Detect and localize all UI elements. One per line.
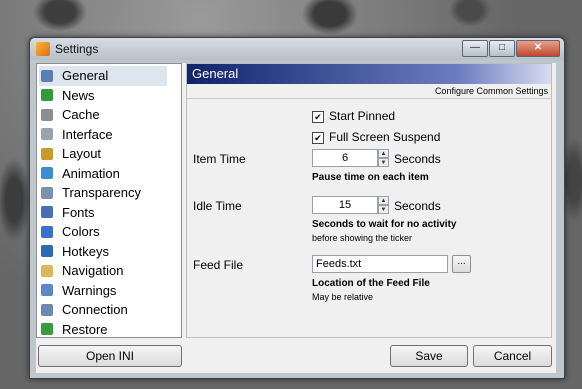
settings-sidebar: General News Cache Interface Layout Anim… — [36, 63, 182, 338]
start-pinned-checkbox[interactable]: ✔ — [312, 110, 324, 123]
fullscreen-suspend-row[interactable]: ✔ Full Screen Suspend — [312, 130, 440, 144]
idle-time-label: Idle Time — [193, 199, 242, 213]
idle-time-input[interactable]: 15 — [312, 196, 378, 214]
sidebar-item-label: Hotkeys — [62, 243, 109, 259]
fonts-icon — [41, 206, 53, 219]
feed-file-hint-secondary: May be relative — [312, 292, 374, 302]
save-button[interactable]: Save — [390, 345, 468, 367]
sidebar-item-fonts[interactable]: Fonts — [37, 203, 181, 223]
hotkeys-icon — [41, 245, 53, 258]
feed-file-input[interactable]: Feeds.txt — [312, 255, 448, 273]
sidebar-item-cache[interactable]: Cache — [37, 105, 181, 125]
cancel-button[interactable]: Cancel — [473, 345, 552, 367]
sidebar-item-connection[interactable]: Connection — [37, 300, 181, 320]
idle-time-hint: Seconds to wait for no activity — [312, 219, 457, 230]
feed-file-hint: Location of the Feed File — [312, 278, 430, 289]
app-icon — [36, 42, 50, 56]
sidebar-item-label: Cache — [62, 107, 100, 123]
sidebar-item-label: Interface — [62, 126, 113, 142]
sidebar-item-label: Restore — [62, 321, 108, 337]
sidebar-item-label: Colors — [62, 224, 100, 240]
idle-time-unit: Seconds — [394, 199, 441, 213]
sidebar-item-animation[interactable]: Animation — [37, 164, 181, 184]
sidebar-item-label: Connection — [62, 302, 128, 318]
sidebar-item-colors[interactable]: Colors — [37, 222, 181, 242]
colors-icon — [41, 225, 53, 238]
fullscreen-suspend-checkbox[interactable]: ✔ — [312, 131, 324, 144]
sidebar-item-label: News — [62, 87, 95, 103]
general-icon — [41, 69, 53, 82]
fullscreen-suspend-label: Full Screen Suspend — [329, 130, 441, 144]
layout-icon — [41, 147, 53, 160]
general-panel: General Configure Common Settings ✔ Start… — [186, 63, 552, 338]
idle-time-hint-secondary: before showing the ticker — [312, 233, 413, 243]
spin-up-icon[interactable]: ▲ — [378, 196, 389, 205]
spin-down-icon[interactable]: ▼ — [378, 158, 389, 167]
feed-file-label: Feed File — [193, 258, 244, 272]
start-pinned-row[interactable]: ✔ Start Pinned — [312, 109, 395, 123]
settings-window: Settings — □ ✕ General News Cache Interf… — [29, 37, 565, 379]
sidebar-item-label: Navigation — [62, 263, 124, 279]
item-time-unit: Seconds — [394, 152, 441, 166]
sidebar-item-news[interactable]: News — [37, 86, 181, 106]
open-ini-button[interactable]: Open INI — [38, 345, 182, 367]
restore-icon — [41, 323, 53, 336]
item-time-label: Item Time — [193, 152, 246, 166]
item-time-input[interactable]: 6 — [312, 149, 378, 167]
sidebar-item-label: Fonts — [62, 204, 95, 220]
sidebar-item-hotkeys[interactable]: Hotkeys — [37, 242, 181, 262]
maximize-button[interactable]: □ — [489, 40, 515, 57]
interface-icon — [41, 128, 53, 141]
connection-icon — [41, 303, 53, 316]
news-icon — [41, 89, 53, 102]
animation-icon — [41, 167, 53, 180]
panel-title: General — [187, 64, 551, 84]
sidebar-item-interface[interactable]: Interface — [37, 125, 181, 145]
sidebar-item-layout[interactable]: Layout — [37, 144, 181, 164]
navigation-icon — [41, 264, 53, 277]
sidebar-item-navigation[interactable]: Navigation — [37, 261, 181, 281]
idle-time-stepper[interactable]: ▲ ▼ — [378, 196, 389, 214]
cache-icon — [41, 108, 53, 121]
spin-down-icon[interactable]: ▼ — [378, 205, 389, 214]
panel-subtitle: Configure Common Settings — [187, 84, 551, 99]
transparency-icon — [41, 186, 53, 199]
item-time-hint: Pause time on each item — [312, 172, 429, 183]
browse-button[interactable]: ... — [452, 255, 471, 273]
sidebar-item-label: Warnings — [62, 282, 117, 298]
sidebar-item-label: Layout — [62, 146, 102, 162]
start-pinned-label: Start Pinned — [329, 109, 396, 123]
sidebar-item-warnings[interactable]: Warnings — [37, 281, 181, 301]
item-time-stepper[interactable]: ▲ ▼ — [378, 149, 389, 167]
sidebar-item-label: General — [62, 68, 109, 84]
sidebar-item-transparency[interactable]: Transparency — [37, 183, 181, 203]
sidebar-item-label: Transparency — [62, 185, 141, 201]
window-title: Settings — [55, 42, 99, 56]
title-bar[interactable]: Settings — □ ✕ — [30, 38, 564, 60]
close-button[interactable]: ✕ — [516, 40, 560, 57]
spin-up-icon[interactable]: ▲ — [378, 149, 389, 158]
sidebar-item-restore[interactable]: Restore — [37, 320, 181, 340]
sidebar-item-general[interactable]: General — [39, 66, 167, 86]
minimize-button[interactable]: — — [462, 40, 488, 57]
sidebar-item-label: Animation — [62, 165, 120, 181]
warnings-icon — [41, 284, 53, 297]
